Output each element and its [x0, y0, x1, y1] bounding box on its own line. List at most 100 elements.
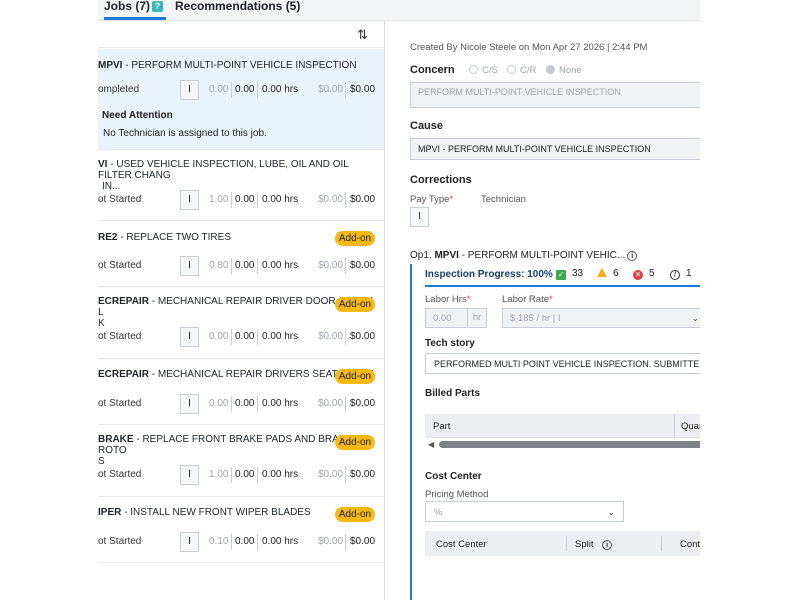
- labor-hrs-unit: hr: [467, 309, 486, 327]
- chevron-down-icon: ⌄: [607, 507, 615, 517]
- pay-type-field[interactable]: I: [410, 207, 429, 227]
- blank-margin: [700, 0, 800, 600]
- inspection-progress-row[interactable]: Inspection Progress: 100% ✓ 33 6 ✕ 5 /1: [425, 267, 700, 287]
- job-code: IPER: [98, 507, 122, 518]
- count-value: 33: [572, 268, 584, 279]
- tech-story-field[interactable]: PERFORMED MULTI POINT VEHICLE INSPECTION…: [425, 353, 700, 374]
- estimated-amount: $0.00: [318, 398, 344, 409]
- cause-field[interactable]: MPVI - PERFORM MULTI-POINT VEHICLE INSPE…: [410, 138, 700, 160]
- job-item-mpvi[interactable]: MPVI - PERFORM MULTI-POINT VEHICLE INSPE…: [98, 49, 384, 150]
- actual-hours: 0.00 hrs: [262, 469, 299, 480]
- fail-count: ✕ 5: [633, 268, 655, 280]
- job-amount: $0.00: [350, 260, 376, 271]
- pay-type-box[interactable]: I: [180, 190, 199, 210]
- scrollbar-thumb[interactable]: [439, 441, 700, 448]
- job-stats-row: ot Started I 0.80 0.00 0.00 hrs $0.00 $0…: [98, 256, 384, 276]
- help-badge-icon[interactable]: ?: [152, 1, 164, 12]
- chevron-down-icon: ⌄: [691, 313, 699, 323]
- sold-hours: 0.80: [209, 260, 229, 271]
- radio-cr[interactable]: C/R: [507, 65, 536, 76]
- tab-bar: Jobs (7)? Recommendations (5): [98, 0, 700, 21]
- divider: [257, 534, 258, 550]
- pay-type-label-text: Pay Type: [410, 194, 450, 205]
- op-prefix: Op1.: [410, 250, 432, 261]
- tab-jobs[interactable]: Jobs (7)?: [104, 0, 166, 20]
- corrections-heading: Corrections: [410, 174, 472, 186]
- cost-center-heading: Cost Center: [425, 471, 482, 482]
- no-technician-warning: No Technician is assigned to this job.: [103, 128, 267, 139]
- job-stats-row: ot Started I 0.00 0.00 0.00 hrs $0.00 $0…: [98, 327, 384, 347]
- tab-recommendations[interactable]: Recommendations (5): [175, 0, 300, 20]
- actual-hours: 0.00 hrs: [262, 398, 299, 409]
- horizontal-scrollbar[interactable]: ◀: [425, 440, 700, 449]
- not-applicable-icon: /: [670, 270, 680, 280]
- column-header-part[interactable]: Part: [433, 421, 450, 432]
- labor-rate-select[interactable]: $ 185 / hr | I ⌄: [502, 308, 700, 328]
- job-status: ot Started: [98, 194, 142, 205]
- radio-circle-icon: [469, 65, 478, 74]
- warning-count: 6: [597, 268, 619, 279]
- pay-type-box[interactable]: I: [180, 80, 199, 100]
- technician-label: Technician: [481, 194, 526, 205]
- divider: [231, 467, 232, 483]
- pay-type-box[interactable]: I: [180, 394, 199, 414]
- labor-hrs-label-text: Labor Hrs: [425, 294, 467, 305]
- info-icon[interactable]: i: [602, 540, 613, 550]
- estimated-amount: $0.00: [318, 469, 344, 480]
- job-item[interactable]: RE2 - REPLACE TWO TIRES Add-on ot Starte…: [98, 221, 384, 287]
- divider: [257, 467, 258, 483]
- sort-icon[interactable]: ⇅: [357, 27, 368, 43]
- column-header-cost-center[interactable]: Cost Center: [436, 539, 487, 550]
- divider: [231, 396, 232, 412]
- job-item[interactable]: ECREPAIR - MECHANICAL REPAIR DRIVER DOOR…: [98, 287, 384, 359]
- billed-hours: 0.00: [235, 194, 255, 205]
- pay-type-box[interactable]: I: [180, 256, 199, 276]
- column-header-split[interactable]: Split i: [575, 539, 613, 550]
- column-header-quantity[interactable]: Quan: [681, 421, 700, 432]
- scroll-left-icon[interactable]: ◀: [428, 440, 434, 449]
- radio-label: C/R: [520, 65, 537, 76]
- job-code: BRAKE: [98, 434, 134, 445]
- job-desc: INSTALL NEW FRONT WIPER BLADES: [130, 507, 311, 518]
- job-status: ot Started: [98, 469, 142, 480]
- job-item[interactable]: BRAKE - REPLACE FRONT BRAKE PADS AND BRA…: [98, 425, 384, 497]
- radio-cs[interactable]: C/S: [469, 65, 498, 76]
- count-value: 6: [613, 268, 619, 279]
- radio-none[interactable]: None: [546, 65, 582, 76]
- job-amount: $0.00: [350, 194, 376, 205]
- column-header-contribution[interactable]: Contr: [680, 539, 700, 550]
- job-item[interactable]: IPER - INSTALL NEW FRONT WIPER BLADES Ad…: [98, 497, 384, 563]
- billed-parts-table-header: Part Quan: [425, 414, 700, 438]
- job-stats-row: ompleted I 0.00 0.00 0.00 hrs $0.00 $0.0…: [98, 80, 384, 100]
- tech-story-label: Tech story: [425, 338, 475, 349]
- actual-hours: 0.00 hrs: [262, 331, 299, 342]
- job-desc: USED VEHICLE INSPECTION, LUBE, OIL AND O…: [98, 159, 349, 181]
- divider: [345, 534, 346, 550]
- info-icon[interactable]: i: [627, 251, 638, 261]
- labor-rate-value: $ 185 / hr | I: [510, 313, 561, 324]
- actual-hours: 0.00 hrs: [262, 84, 299, 95]
- addon-badge: Add-on: [335, 435, 375, 450]
- labor-rate-label: Labor Rate*: [502, 294, 553, 305]
- pay-type-box[interactable]: I: [180, 532, 199, 552]
- inspection-progress-label: Inspection Progress: 100%: [425, 269, 553, 280]
- divider: [257, 258, 258, 274]
- estimated-amount: $0.00: [318, 331, 344, 342]
- pricing-method-value: %: [434, 507, 443, 518]
- cause-heading: Cause: [410, 120, 444, 132]
- radio-circle-icon: [546, 65, 555, 74]
- labor-hrs-input[interactable]: 0.00 hr: [425, 308, 487, 328]
- job-desc: REPLACE TWO TIRES: [126, 232, 231, 243]
- jobs-list-panel: ⇅ MPVI - PERFORM MULTI-POINT VEHICLE INS…: [98, 21, 385, 600]
- job-item[interactable]: VI - USED VEHICLE INSPECTION, LUBE, OIL …: [98, 150, 384, 221]
- pay-type-box[interactable]: I: [180, 465, 199, 485]
- job-code: MPVI: [98, 60, 123, 71]
- labor-hrs-label: Labor Hrs*: [425, 294, 471, 305]
- pay-type-box[interactable]: I: [180, 327, 199, 347]
- pricing-method-select[interactable]: % ⌄: [425, 501, 624, 522]
- need-attention-heading: Need Attention: [102, 110, 173, 121]
- estimated-amount: $0.00: [318, 260, 344, 271]
- job-item[interactable]: ECREPAIR - MECHANICAL REPAIR DRIVERS SEA…: [98, 359, 384, 425]
- sold-hours: 0.00: [209, 331, 229, 342]
- billed-hours: 0.00: [235, 331, 255, 342]
